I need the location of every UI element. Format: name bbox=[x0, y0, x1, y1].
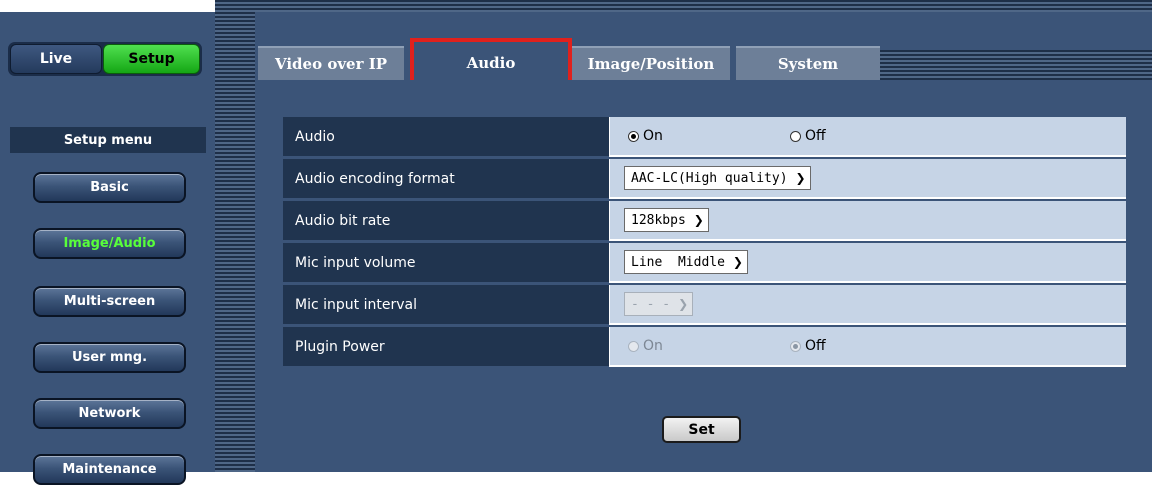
radio-unchecked-icon bbox=[790, 130, 801, 142]
plugin-power-off-radio: Off bbox=[790, 338, 826, 354]
row-plugin-power: Plugin Power On Off bbox=[283, 327, 1126, 367]
mic-input-volume-label: Mic input volume bbox=[283, 243, 609, 283]
mic-input-volume-value: Line Middle ❯ bbox=[609, 243, 1126, 283]
radio-checked-icon bbox=[790, 340, 801, 352]
encoding-format-label: Audio encoding format bbox=[283, 159, 609, 199]
mic-input-volume-select[interactable]: Line Middle ❯ bbox=[624, 250, 748, 274]
audio-off-label: Off bbox=[805, 128, 826, 144]
chevron-down-icon: ❯ bbox=[693, 213, 704, 227]
chevron-down-icon: ❯ bbox=[678, 297, 689, 311]
row-mic-input-interval: Mic input interval - - - ❯ bbox=[283, 285, 1126, 325]
top-stripe-divider bbox=[215, 0, 1152, 12]
sidebar-item-maintenance[interactable]: Maintenance bbox=[33, 454, 186, 485]
plugin-power-on-label: On bbox=[643, 338, 663, 354]
radio-checked-icon bbox=[628, 130, 639, 142]
mic-input-interval-value: - - - ❯ bbox=[609, 285, 1126, 325]
vertical-stripe-divider bbox=[215, 0, 255, 472]
tab-image-position[interactable]: Image/Position bbox=[572, 46, 730, 80]
setup-button[interactable]: Setup bbox=[103, 44, 200, 74]
bit-rate-value: 128kbps ❯ bbox=[609, 201, 1126, 241]
tab-video-over-ip[interactable]: Video over IP bbox=[258, 46, 404, 80]
row-audio: Audio On Off bbox=[283, 117, 1126, 157]
mic-input-interval-select: - - - ❯ bbox=[624, 292, 694, 316]
sidebar-item-multi-screen[interactable]: Multi-screen bbox=[33, 286, 186, 317]
encoding-format-selected: AAC-LC(High quality) bbox=[631, 170, 788, 186]
set-button[interactable]: Set bbox=[662, 416, 741, 443]
audio-value: On Off bbox=[609, 117, 1126, 157]
live-button[interactable]: Live bbox=[10, 44, 102, 74]
mic-input-interval-selected: - - - bbox=[631, 296, 671, 312]
row-encoding-format: Audio encoding format AAC-LC(High qualit… bbox=[283, 159, 1126, 199]
encoding-format-value: AAC-LC(High quality) ❯ bbox=[609, 159, 1126, 199]
tab-system[interactable]: System bbox=[736, 46, 880, 80]
chevron-down-icon: ❯ bbox=[732, 255, 743, 269]
tab-audio[interactable]: Audio bbox=[414, 46, 568, 80]
chevron-down-icon: ❯ bbox=[795, 171, 806, 185]
sidebar-item-basic[interactable]: Basic bbox=[33, 172, 186, 203]
sidebar-item-image-audio[interactable]: Image/Audio bbox=[33, 228, 186, 259]
sidebar-item-user-mng[interactable]: User mng. bbox=[33, 342, 186, 373]
audio-on-radio[interactable]: On bbox=[628, 128, 663, 144]
plugin-power-label: Plugin Power bbox=[283, 327, 609, 367]
setup-menu-title: Setup menu bbox=[10, 127, 206, 153]
plugin-power-off-label: Off bbox=[805, 338, 826, 354]
audio-label: Audio bbox=[283, 117, 609, 157]
encoding-format-select[interactable]: AAC-LC(High quality) ❯ bbox=[624, 166, 811, 190]
audio-on-label: On bbox=[643, 128, 663, 144]
mic-input-volume-selected: Line Middle bbox=[631, 254, 725, 270]
bit-rate-select[interactable]: 128kbps ❯ bbox=[624, 208, 709, 232]
plugin-power-on-radio: On bbox=[628, 338, 663, 354]
bit-rate-label: Audio bit rate bbox=[283, 201, 609, 241]
plugin-power-value: On Off bbox=[609, 327, 1126, 367]
sidebar-item-network[interactable]: Network bbox=[33, 398, 186, 429]
row-bit-rate: Audio bit rate 128kbps ❯ bbox=[283, 201, 1126, 241]
row-mic-input-volume: Mic input volume Line Middle ❯ bbox=[283, 243, 1126, 283]
bit-rate-selected: 128kbps bbox=[631, 212, 686, 228]
audio-off-radio[interactable]: Off bbox=[790, 128, 826, 144]
tab-bar-stripe bbox=[880, 50, 1152, 80]
radio-unchecked-icon bbox=[628, 340, 639, 352]
mic-input-interval-label: Mic input interval bbox=[283, 285, 609, 325]
